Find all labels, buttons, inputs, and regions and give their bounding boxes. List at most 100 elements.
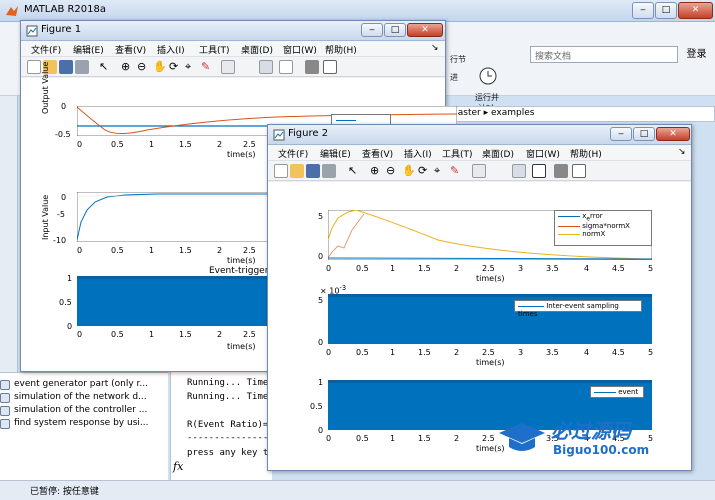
fig2-p3-legend[interactable]: event (590, 386, 644, 398)
link-icon[interactable] (221, 60, 235, 74)
fig2-p3-xtick: 2 (454, 434, 460, 443)
fig2-p1-xtick: 1 (390, 264, 396, 273)
show-plot-tools-icon[interactable] (572, 164, 586, 178)
legend-icon[interactable] (279, 60, 293, 74)
fig1-p1-xtick: 1.5 (179, 140, 192, 149)
menu-help[interactable]: 帮助(H) (570, 147, 602, 160)
script-icon (0, 393, 10, 403)
figure2-menubar: 文件(F) 编辑(E) 查看(V) 插入(I) 工具(T) 桌面(D) 窗口(W… (268, 145, 691, 161)
save-icon[interactable] (59, 60, 73, 74)
hide-plot-tools-icon[interactable] (554, 164, 568, 178)
menu-tools[interactable]: 工具(T) (442, 147, 473, 160)
fig1-p3-title: Event-triggere (209, 266, 274, 276)
menu-window[interactable]: 窗口(W) (283, 43, 317, 56)
ribbon-run-section-label[interactable]: 行节 (450, 54, 466, 65)
legend-line (336, 119, 356, 121)
rotate-icon[interactable]: ⟳ (418, 164, 432, 178)
file-item[interactable]: event generator part (only r... (0, 379, 148, 390)
fig1-p1-xlabel: time(s) (227, 150, 256, 159)
menu-edit[interactable]: 编辑(E) (73, 43, 104, 56)
data-cursor-icon[interactable]: ⌖ (434, 164, 448, 178)
file-item[interactable]: simulation of the network d... (0, 392, 147, 403)
close-button[interactable]: ✕ (407, 23, 443, 37)
menu-desktop[interactable]: 桌面(D) (482, 147, 514, 160)
menu-file[interactable]: 文件(F) (31, 43, 61, 56)
menu-tools[interactable]: 工具(T) (199, 43, 230, 56)
legend-line (558, 215, 580, 217)
fig1-p1-ylabel: Output Value (41, 61, 50, 114)
new-figure-icon[interactable] (27, 60, 41, 74)
fig1-p3-xtick: 1.5 (179, 330, 192, 339)
figure2-titlebar[interactable]: Figure 2 ‒ □ ✕ (268, 125, 691, 145)
menu-view[interactable]: 查看(V) (362, 147, 393, 160)
maximize-button[interactable]: □ (384, 23, 406, 37)
address-subfolder[interactable]: examples (491, 108, 534, 118)
figure-icon (26, 25, 38, 37)
fig2-p1-xtick: 4.5 (612, 264, 625, 273)
menu-window[interactable]: 窗口(W) (526, 147, 560, 160)
fig1-p2-xtick: 2.5 (243, 246, 256, 255)
show-plot-tools-icon[interactable] (323, 60, 337, 74)
minimize-button[interactable]: ‒ (610, 127, 632, 141)
menu-edit[interactable]: 编辑(E) (320, 147, 351, 160)
dock-icon[interactable]: ↘ (431, 43, 439, 53)
zoom-in-icon[interactable]: ⊕ (121, 60, 135, 74)
fig2-p1-legend[interactable]: xerror sigma*normX normX (554, 210, 652, 246)
open-icon[interactable] (290, 164, 304, 178)
rotate-icon[interactable]: ⟳ (169, 60, 183, 74)
menu-insert[interactable]: 插入(I) (404, 147, 432, 160)
close-button[interactable]: ✕ (656, 127, 690, 141)
brush-icon[interactable]: ✎ (450, 164, 464, 178)
fx-icon[interactable]: fx (173, 460, 183, 473)
dock-icon[interactable]: ↘ (678, 147, 686, 157)
figure1-titlebar[interactable]: Figure 1 ‒ □ ✕ (21, 21, 445, 41)
pointer-icon[interactable]: ↖ (99, 60, 113, 74)
fig2-p1-xtick: 0 (326, 264, 332, 273)
fig1-p2-ytick: -5 (57, 210, 65, 219)
file-item[interactable]: find system response by usi... (0, 418, 148, 429)
login-button[interactable]: 登录 (680, 46, 713, 63)
new-figure-icon[interactable] (274, 164, 288, 178)
minimize-button[interactable]: ‒ (632, 2, 654, 19)
print-icon[interactable] (75, 60, 89, 74)
fig2-p1-xtick: 4 (584, 264, 590, 273)
colorbar-icon[interactable] (512, 164, 526, 178)
fig2-p1-xtick: 1.5 (418, 264, 431, 273)
minimize-button[interactable]: ‒ (361, 23, 383, 37)
maximize-button[interactable]: □ (633, 127, 655, 141)
zoom-in-icon[interactable]: ⊕ (370, 164, 384, 178)
command-window[interactable]: Running... Time Running... Time R(Event … (170, 372, 274, 480)
menu-insert[interactable]: 插入(I) (157, 43, 185, 56)
menu-desktop[interactable]: 桌面(D) (241, 43, 273, 56)
figure1-title: Figure 1 (41, 24, 82, 35)
print-icon[interactable] (322, 164, 336, 178)
menu-help[interactable]: 帮助(H) (325, 43, 357, 56)
fig2-p2-xlabel: time(s) (476, 358, 505, 367)
cmd-line: R(Event Ratio)= (187, 420, 269, 430)
brush-icon[interactable]: ✎ (201, 60, 215, 74)
search-input[interactable]: 搜索文档 (530, 46, 678, 63)
ribbon-advance-label[interactable]: 进 (450, 72, 458, 83)
pointer-icon[interactable]: ↖ (348, 164, 362, 178)
legend-icon[interactable] (532, 164, 546, 178)
hide-plot-tools-icon[interactable] (305, 60, 319, 74)
data-cursor-icon[interactable]: ⌖ (185, 60, 199, 74)
pan-icon[interactable]: ✋ (153, 60, 167, 74)
matlab-logo-icon (6, 6, 18, 16)
run-time-label[interactable]: 运行并 (475, 92, 499, 103)
address-bar[interactable]: master ▸ examples (444, 106, 715, 122)
link-icon[interactable] (472, 164, 486, 178)
fig2-p2-legend[interactable]: Inter-event sampling times (514, 300, 642, 318)
save-icon[interactable] (306, 164, 320, 178)
maximize-button[interactable]: □ (655, 2, 677, 19)
pan-icon[interactable]: ✋ (402, 164, 416, 178)
zoom-out-icon[interactable]: ⊖ (386, 164, 400, 178)
colorbar-icon[interactable] (259, 60, 273, 74)
close-button[interactable]: ✕ (678, 2, 713, 19)
menu-file[interactable]: 文件(F) (278, 147, 308, 160)
fig2-p2-xtick: 3.5 (546, 348, 559, 357)
menu-view[interactable]: 查看(V) (115, 43, 146, 56)
file-item[interactable]: simulation of the controller ... (0, 405, 147, 416)
zoom-out-icon[interactable]: ⊖ (137, 60, 151, 74)
run-time-icon[interactable] (478, 66, 498, 86)
